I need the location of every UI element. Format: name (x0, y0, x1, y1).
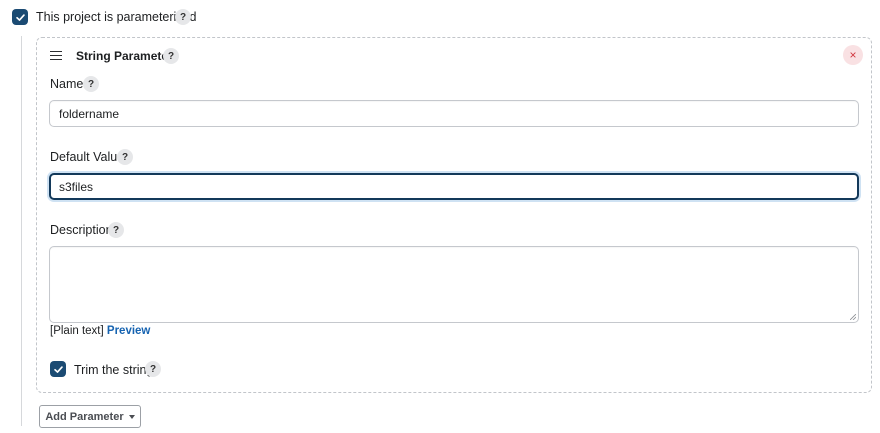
preview-link[interactable]: Preview (107, 325, 150, 337)
project-parameterised-label: This project is parameterised (36, 10, 197, 24)
description-help-icon[interactable]: ? (108, 222, 124, 238)
check-icon (53, 365, 63, 373)
default-value-input[interactable] (49, 173, 859, 200)
caret-down-icon (128, 414, 135, 419)
description-format-note: [Plain text] Preview (50, 325, 150, 337)
close-icon: × (849, 48, 857, 62)
add-parameter-label: Add Parameter (45, 410, 124, 423)
description-textarea[interactable] (49, 246, 859, 323)
name-input[interactable] (49, 100, 859, 127)
name-help-icon[interactable]: ? (83, 76, 99, 92)
string-parameter-card (36, 37, 872, 393)
trim-string-checkbox[interactable] (50, 361, 66, 377)
check-icon (15, 13, 25, 21)
trim-string-help-icon[interactable]: ? (145, 361, 161, 377)
trim-string-label: Trim the string (74, 363, 154, 377)
string-parameter-help-icon[interactable]: ? (163, 48, 179, 64)
plain-text-note: [Plain text] (50, 325, 104, 337)
section-guide-line (21, 36, 22, 426)
drag-handle-icon[interactable] (50, 48, 62, 63)
description-label: Description (50, 223, 113, 237)
default-value-help-icon[interactable]: ? (117, 149, 133, 165)
add-parameter-button[interactable]: Add Parameter (39, 405, 141, 428)
string-parameter-title: String Parameter (76, 49, 173, 63)
project-parameterised-checkbox[interactable] (12, 9, 28, 25)
name-label: Name (50, 77, 84, 91)
remove-parameter-button[interactable]: × (843, 45, 863, 65)
resize-handle-icon[interactable] (850, 314, 856, 320)
project-parameterised-help-icon[interactable]: ? (175, 9, 191, 25)
default-value-label: Default Value (50, 150, 125, 164)
